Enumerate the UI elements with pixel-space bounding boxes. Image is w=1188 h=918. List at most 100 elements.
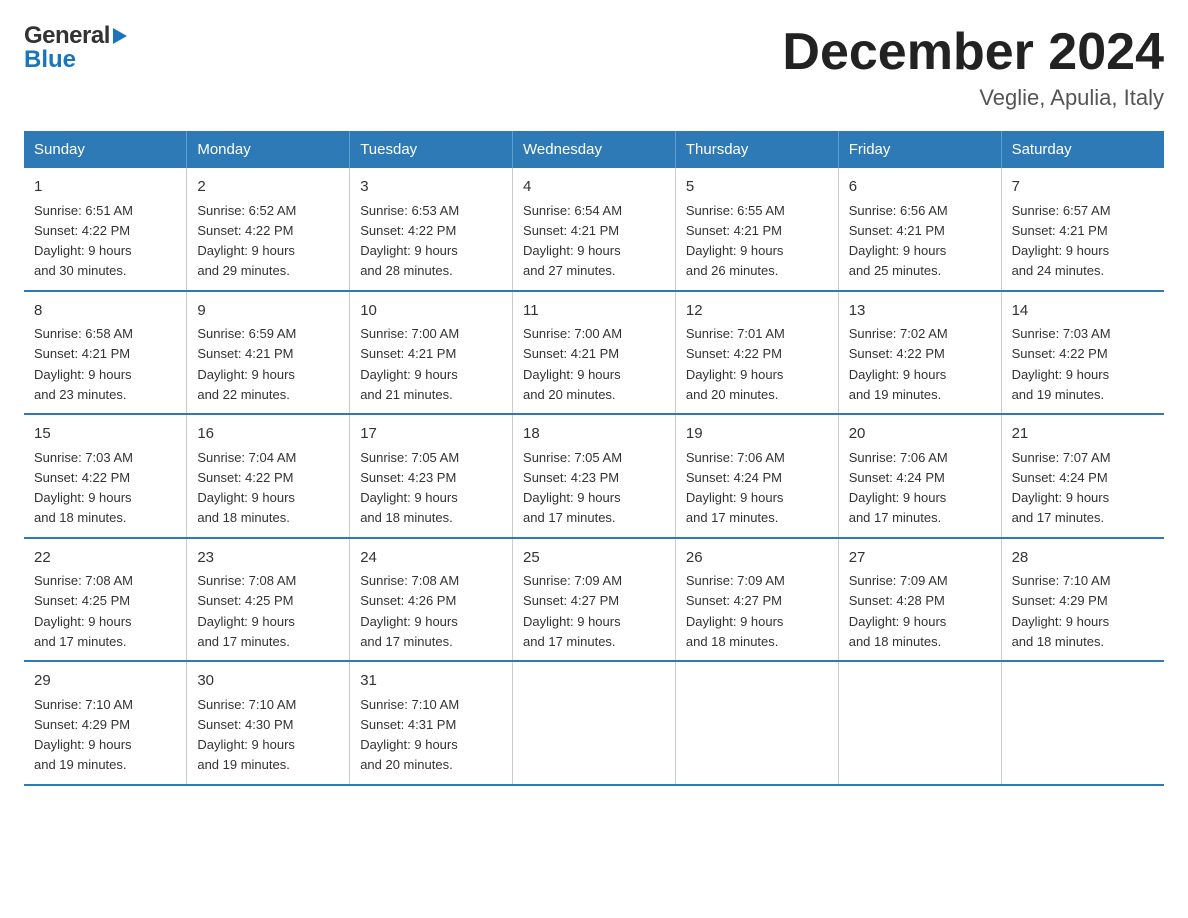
day-number: 27: [849, 547, 991, 570]
day-number: 15: [34, 423, 176, 446]
page-header: General Blue December 2024 Veglie, Apuli…: [24, 24, 1164, 111]
day-number: 22: [34, 547, 176, 570]
day-info: Sunrise: 7:05 AMSunset: 4:23 PMDaylight:…: [523, 450, 622, 526]
col-sunday: Sunday: [24, 131, 187, 168]
table-row: 8 Sunrise: 6:58 AMSunset: 4:21 PMDayligh…: [24, 291, 187, 415]
day-info: Sunrise: 7:00 AMSunset: 4:21 PMDaylight:…: [360, 326, 459, 402]
day-number: 2: [197, 176, 339, 199]
title-section: December 2024 Veglie, Apulia, Italy: [782, 24, 1164, 111]
calendar-table: Sunday Monday Tuesday Wednesday Thursday…: [24, 131, 1164, 786]
day-info: Sunrise: 6:51 AMSunset: 4:22 PMDaylight:…: [34, 203, 133, 279]
calendar-week-row: 29 Sunrise: 7:10 AMSunset: 4:29 PMDaylig…: [24, 661, 1164, 785]
day-info: Sunrise: 7:10 AMSunset: 4:30 PMDaylight:…: [197, 697, 296, 773]
logo-blue: Blue: [24, 46, 76, 73]
col-tuesday: Tuesday: [350, 131, 513, 168]
logo: General Blue: [24, 24, 127, 72]
day-info: Sunrise: 7:03 AMSunset: 4:22 PMDaylight:…: [1012, 326, 1111, 402]
day-info: Sunrise: 7:06 AMSunset: 4:24 PMDaylight:…: [849, 450, 948, 526]
table-row: 26 Sunrise: 7:09 AMSunset: 4:27 PMDaylig…: [675, 538, 838, 662]
table-row: 18 Sunrise: 7:05 AMSunset: 4:23 PMDaylig…: [513, 414, 676, 538]
day-number: 21: [1012, 423, 1154, 446]
day-number: 26: [686, 547, 828, 570]
day-info: Sunrise: 7:08 AMSunset: 4:25 PMDaylight:…: [197, 573, 296, 649]
day-info: Sunrise: 7:06 AMSunset: 4:24 PMDaylight:…: [686, 450, 785, 526]
table-row: [513, 661, 676, 785]
day-number: 29: [34, 670, 176, 693]
day-info: Sunrise: 7:10 AMSunset: 4:29 PMDaylight:…: [34, 697, 133, 773]
table-row: [838, 661, 1001, 785]
table-row: 4 Sunrise: 6:54 AMSunset: 4:21 PMDayligh…: [513, 168, 676, 291]
day-info: Sunrise: 7:07 AMSunset: 4:24 PMDaylight:…: [1012, 450, 1111, 526]
day-number: 11: [523, 300, 665, 323]
table-row: 5 Sunrise: 6:55 AMSunset: 4:21 PMDayligh…: [675, 168, 838, 291]
day-number: 1: [34, 176, 176, 199]
table-row: 21 Sunrise: 7:07 AMSunset: 4:24 PMDaylig…: [1001, 414, 1164, 538]
day-number: 7: [1012, 176, 1154, 199]
table-row: 17 Sunrise: 7:05 AMSunset: 4:23 PMDaylig…: [350, 414, 513, 538]
table-row: 28 Sunrise: 7:10 AMSunset: 4:29 PMDaylig…: [1001, 538, 1164, 662]
calendar-week-row: 22 Sunrise: 7:08 AMSunset: 4:25 PMDaylig…: [24, 538, 1164, 662]
table-row: 20 Sunrise: 7:06 AMSunset: 4:24 PMDaylig…: [838, 414, 1001, 538]
day-info: Sunrise: 7:10 AMSunset: 4:29 PMDaylight:…: [1012, 573, 1111, 649]
calendar-subtitle: Veglie, Apulia, Italy: [782, 85, 1164, 111]
day-number: 28: [1012, 547, 1154, 570]
day-number: 19: [686, 423, 828, 446]
table-row: 16 Sunrise: 7:04 AMSunset: 4:22 PMDaylig…: [187, 414, 350, 538]
day-info: Sunrise: 6:57 AMSunset: 4:21 PMDaylight:…: [1012, 203, 1111, 279]
day-number: 17: [360, 423, 502, 446]
logo-arrow-icon: [113, 28, 127, 44]
table-row: 10 Sunrise: 7:00 AMSunset: 4:21 PMDaylig…: [350, 291, 513, 415]
day-info: Sunrise: 7:10 AMSunset: 4:31 PMDaylight:…: [360, 697, 459, 773]
table-row: 12 Sunrise: 7:01 AMSunset: 4:22 PMDaylig…: [675, 291, 838, 415]
day-info: Sunrise: 7:08 AMSunset: 4:25 PMDaylight:…: [34, 573, 133, 649]
day-number: 30: [197, 670, 339, 693]
table-row: 19 Sunrise: 7:06 AMSunset: 4:24 PMDaylig…: [675, 414, 838, 538]
table-row: 1 Sunrise: 6:51 AMSunset: 4:22 PMDayligh…: [24, 168, 187, 291]
table-row: 23 Sunrise: 7:08 AMSunset: 4:25 PMDaylig…: [187, 538, 350, 662]
day-number: 20: [849, 423, 991, 446]
table-row: 22 Sunrise: 7:08 AMSunset: 4:25 PMDaylig…: [24, 538, 187, 662]
day-info: Sunrise: 7:01 AMSunset: 4:22 PMDaylight:…: [686, 326, 785, 402]
col-friday: Friday: [838, 131, 1001, 168]
table-row: 7 Sunrise: 6:57 AMSunset: 4:21 PMDayligh…: [1001, 168, 1164, 291]
table-row: 6 Sunrise: 6:56 AMSunset: 4:21 PMDayligh…: [838, 168, 1001, 291]
day-number: 9: [197, 300, 339, 323]
table-row: 27 Sunrise: 7:09 AMSunset: 4:28 PMDaylig…: [838, 538, 1001, 662]
day-number: 3: [360, 176, 502, 199]
table-row: 25 Sunrise: 7:09 AMSunset: 4:27 PMDaylig…: [513, 538, 676, 662]
col-monday: Monday: [187, 131, 350, 168]
table-row: 24 Sunrise: 7:08 AMSunset: 4:26 PMDaylig…: [350, 538, 513, 662]
table-row: [675, 661, 838, 785]
col-saturday: Saturday: [1001, 131, 1164, 168]
day-number: 13: [849, 300, 991, 323]
table-row: 14 Sunrise: 7:03 AMSunset: 4:22 PMDaylig…: [1001, 291, 1164, 415]
day-info: Sunrise: 7:05 AMSunset: 4:23 PMDaylight:…: [360, 450, 459, 526]
table-row: 3 Sunrise: 6:53 AMSunset: 4:22 PMDayligh…: [350, 168, 513, 291]
day-info: Sunrise: 6:56 AMSunset: 4:21 PMDaylight:…: [849, 203, 948, 279]
day-info: Sunrise: 6:58 AMSunset: 4:21 PMDaylight:…: [34, 326, 133, 402]
day-info: Sunrise: 7:09 AMSunset: 4:28 PMDaylight:…: [849, 573, 948, 649]
day-number: 5: [686, 176, 828, 199]
table-row: 29 Sunrise: 7:10 AMSunset: 4:29 PMDaylig…: [24, 661, 187, 785]
table-row: 31 Sunrise: 7:10 AMSunset: 4:31 PMDaylig…: [350, 661, 513, 785]
day-info: Sunrise: 7:00 AMSunset: 4:21 PMDaylight:…: [523, 326, 622, 402]
col-wednesday: Wednesday: [513, 131, 676, 168]
calendar-week-row: 8 Sunrise: 6:58 AMSunset: 4:21 PMDayligh…: [24, 291, 1164, 415]
day-number: 16: [197, 423, 339, 446]
day-info: Sunrise: 7:04 AMSunset: 4:22 PMDaylight:…: [197, 450, 296, 526]
day-number: 25: [523, 547, 665, 570]
day-number: 8: [34, 300, 176, 323]
day-info: Sunrise: 7:09 AMSunset: 4:27 PMDaylight:…: [523, 573, 622, 649]
day-info: Sunrise: 7:08 AMSunset: 4:26 PMDaylight:…: [360, 573, 459, 649]
day-number: 31: [360, 670, 502, 693]
table-row: 13 Sunrise: 7:02 AMSunset: 4:22 PMDaylig…: [838, 291, 1001, 415]
day-info: Sunrise: 7:03 AMSunset: 4:22 PMDaylight:…: [34, 450, 133, 526]
day-info: Sunrise: 6:53 AMSunset: 4:22 PMDaylight:…: [360, 203, 459, 279]
calendar-title: December 2024: [782, 24, 1164, 81]
day-number: 24: [360, 547, 502, 570]
day-number: 14: [1012, 300, 1154, 323]
day-number: 10: [360, 300, 502, 323]
day-number: 4: [523, 176, 665, 199]
logo-general: General: [24, 24, 110, 48]
day-info: Sunrise: 7:09 AMSunset: 4:27 PMDaylight:…: [686, 573, 785, 649]
